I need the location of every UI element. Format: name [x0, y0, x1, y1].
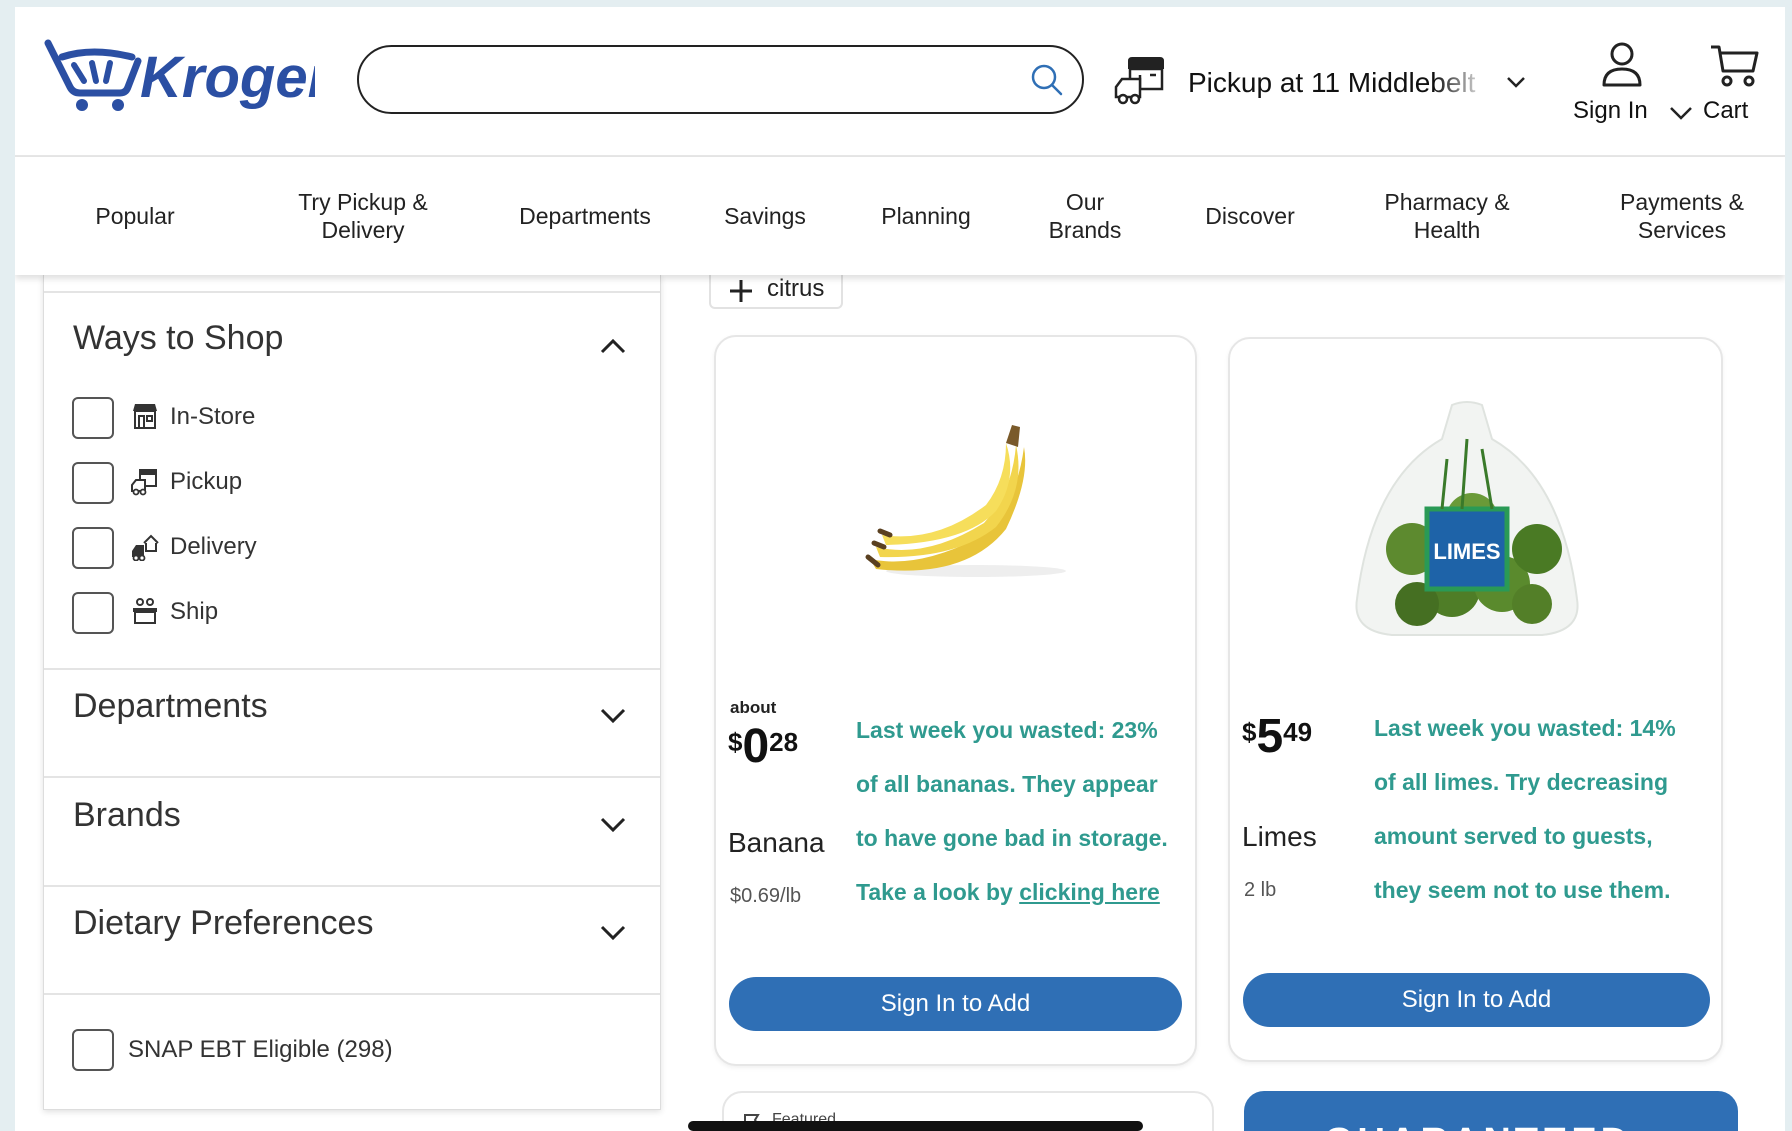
pickup-truck-icon [1114, 57, 1164, 105]
tip-line: of all limes. Try decreasing [1374, 769, 1669, 795]
user-icon [1602, 42, 1642, 87]
nav-popular[interactable]: Popular [55, 157, 215, 275]
store-selector[interactable]: Pickup at 11 Middlebelt [1114, 53, 1534, 113]
ways-to-shop-title[interactable]: Ways to Shop [73, 319, 283, 358]
nav-discover[interactable]: Discover [1175, 157, 1325, 275]
product-name[interactable]: Banana [728, 827, 825, 859]
ship-label[interactable]: Ship [170, 598, 218, 626]
divider [44, 993, 660, 995]
chevron-down-icon[interactable] [599, 924, 627, 942]
nav-savings[interactable]: Savings [705, 157, 825, 275]
tip-line: Last week you wasted: 23% [856, 717, 1158, 743]
price-dollars: 5 [1256, 710, 1284, 763]
delivery-label[interactable]: Delivery [170, 533, 257, 561]
tip-line: of all bananas. They appear [856, 771, 1158, 797]
limes-image[interactable]: LIMES [1342, 399, 1592, 639]
chip-label: citrus [767, 275, 825, 302]
clicking-here-link[interactable]: clicking here [1019, 879, 1160, 905]
nav-try-pickup-delivery[interactable]: Try Pickup & Delivery [263, 157, 463, 275]
ship-box-icon [133, 598, 157, 624]
divider [44, 776, 660, 778]
pickup-truck-icon [131, 469, 157, 496]
in-store-checkbox[interactable] [72, 397, 114, 439]
plus-icon [730, 280, 752, 302]
product-card-banana[interactable]: about $028 Banana $0.69/lb Last week you… [714, 335, 1197, 1066]
tip-line: amount served to guests, [1374, 823, 1653, 849]
tip-line: Take a look by [856, 879, 1020, 905]
ship-checkbox[interactable] [72, 592, 114, 634]
nav-our-brands[interactable]: Our Brands [1025, 157, 1145, 275]
unit-price: $0.69/lb [730, 885, 802, 907]
chevron-down-icon[interactable] [1506, 75, 1526, 89]
divider [44, 885, 660, 887]
waste-tip: Last week you wasted: 14% of all limes. … [1374, 701, 1676, 917]
nav-planning[interactable]: Planning [861, 157, 991, 275]
brands-filter-title[interactable]: Brands [73, 796, 181, 835]
kroger-logo[interactable]: Kroger [40, 29, 334, 141]
price-cents: 28 [769, 727, 799, 757]
snap-ebt-checkbox[interactable] [72, 1029, 114, 1071]
waste-tip: Last week you wasted: 23% of all bananas… [856, 703, 1168, 919]
delivery-icon [132, 534, 159, 561]
cart-icon [1711, 45, 1759, 87]
product-card-limes[interactable]: LIMES $549 Limes 2 lb Last week you wast… [1228, 337, 1723, 1062]
departments-filter-title[interactable]: Departments [73, 687, 268, 726]
product-price: $028 [728, 723, 798, 771]
pickup-store-label[interactable]: Pickup at 11 Middlebelt [1188, 67, 1488, 99]
chevron-down-icon[interactable] [1669, 105, 1693, 121]
search-icon[interactable] [1030, 63, 1064, 97]
nav-payments-services[interactable]: Payments & Services [1587, 157, 1777, 275]
price-currency: $ [1242, 717, 1257, 747]
unit-size: 2 lb [1244, 879, 1277, 901]
price-currency: $ [728, 727, 743, 757]
chevron-down-icon[interactable] [599, 816, 627, 834]
search-input[interactable] [383, 57, 1003, 101]
svg-text:Kroger: Kroger [140, 45, 315, 110]
store-icon [133, 404, 157, 429]
home-indicator[interactable] [688, 1121, 1143, 1131]
sign-in-label[interactable]: Sign In [1573, 97, 1648, 125]
banana-image[interactable] [856, 419, 1076, 589]
guarantee-banner[interactable]: GUARANTEED [1244, 1091, 1738, 1131]
chevron-up-icon[interactable] [599, 337, 627, 355]
price-dollars: 0 [742, 720, 770, 773]
filter-sidebar: Ways to Shop In-Store Pickup Delivery Sh… [43, 275, 661, 1110]
sign-in-to-add-button[interactable]: Sign In to Add [729, 977, 1182, 1031]
product-name[interactable]: Limes [1242, 821, 1317, 853]
price-cents: 49 [1283, 717, 1313, 747]
divider [44, 668, 660, 670]
tip-line: to have gone bad in storage. [856, 825, 1168, 851]
search-bar[interactable] [357, 45, 1084, 114]
divider [44, 291, 660, 293]
cart-label[interactable]: Cart [1703, 97, 1748, 125]
in-store-label[interactable]: In-Store [170, 403, 255, 431]
nav-pharmacy-health[interactable]: Pharmacy & Health [1357, 157, 1537, 275]
cart-button[interactable]: Cart [1703, 39, 1783, 129]
sign-in-button[interactable]: Sign In [1573, 39, 1693, 129]
nav-departments[interactable]: Departments [500, 157, 670, 275]
main-nav: Popular Try Pickup & Delivery Department… [15, 157, 1785, 275]
pickup-checkbox[interactable] [72, 462, 114, 504]
tip-line: Last week you wasted: 14% [1374, 715, 1676, 741]
delivery-checkbox[interactable] [72, 527, 114, 569]
product-price: $549 [1242, 713, 1312, 761]
page: Kroger Pickup at 11 Middlebelt Sign In C… [15, 7, 1785, 1131]
price-qualifier: about [730, 698, 777, 717]
pickup-label[interactable]: Pickup [170, 468, 242, 496]
guarantee-label: GUARANTEED [1324, 1121, 1632, 1131]
tip-line: they seem not to use them. [1374, 877, 1671, 903]
snap-ebt-label[interactable]: SNAP EBT Eligible (298) [128, 1036, 393, 1064]
package-label: LIMES [1433, 539, 1500, 564]
header: Kroger Pickup at 11 Middlebelt Sign In C… [15, 7, 1785, 157]
sign-in-to-add-button[interactable]: Sign In to Add [1243, 973, 1710, 1027]
chevron-down-icon[interactable] [599, 707, 627, 725]
dietary-preferences-title[interactable]: Dietary Preferences [73, 904, 373, 943]
